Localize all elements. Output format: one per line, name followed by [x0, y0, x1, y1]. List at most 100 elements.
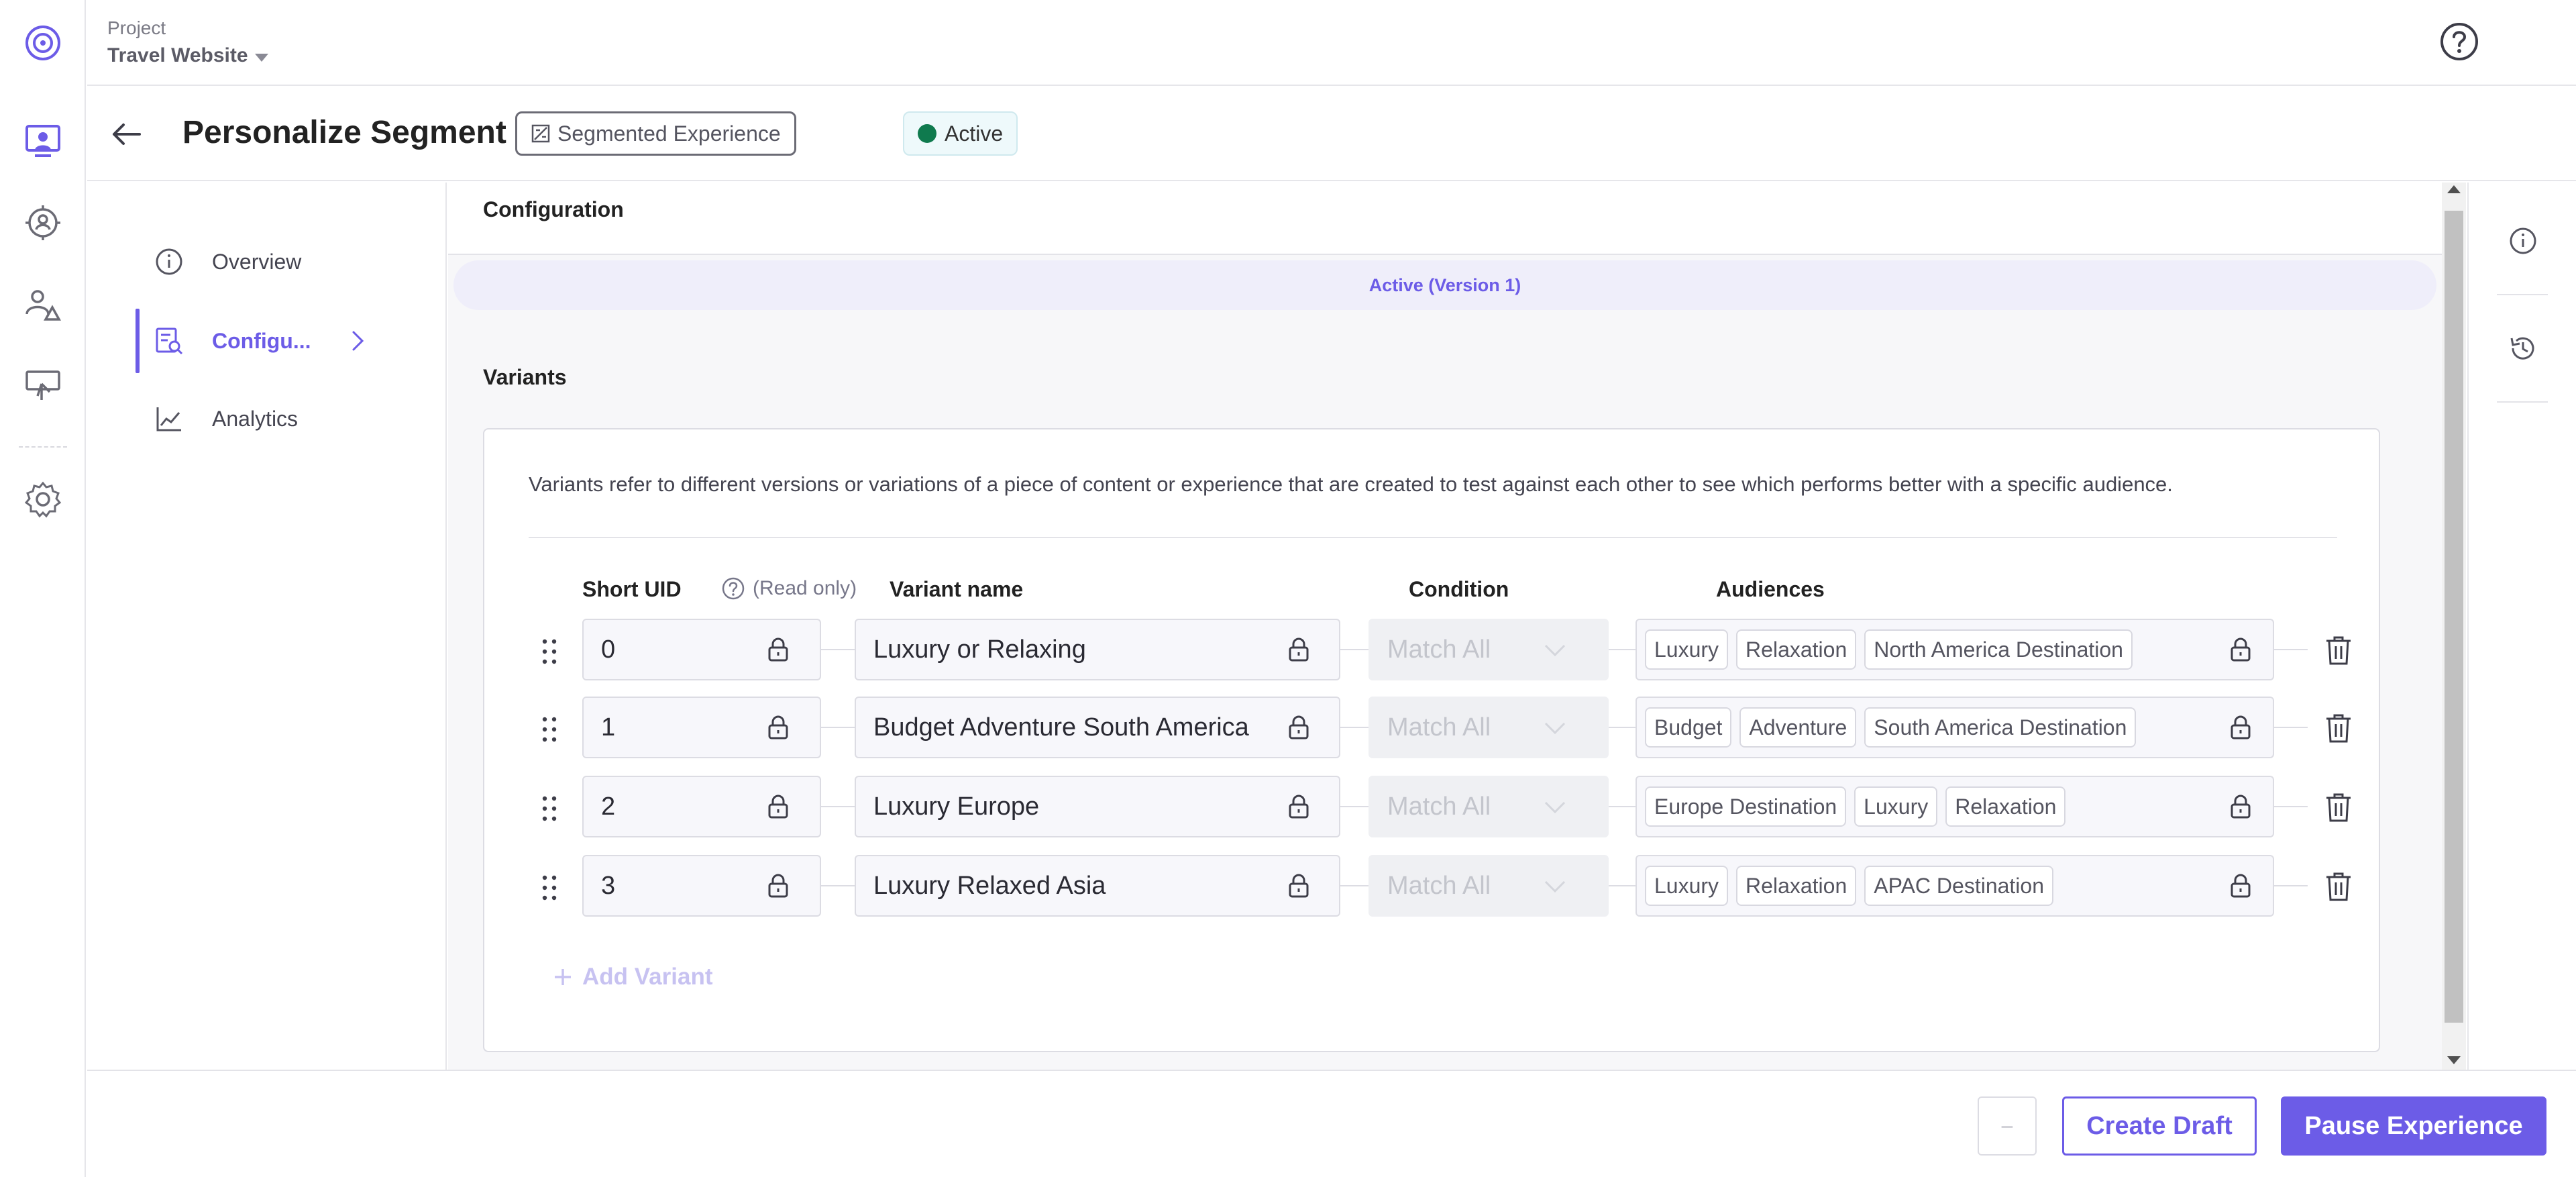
arrow-left-icon[interactable] — [107, 114, 148, 154]
drag-handle-icon[interactable] — [539, 874, 559, 902]
lock-icon — [765, 714, 792, 741]
audiences-icon[interactable] — [21, 201, 64, 244]
project-name: Travel Website — [107, 44, 248, 66]
pause-experience-button[interactable]: Pause Experience — [2281, 1096, 2546, 1156]
info-icon — [156, 248, 182, 275]
audiences-field[interactable]: Luxury Relaxation North America Destinatio… — [1635, 619, 2274, 680]
variant-name-value: Luxury or Relaxing — [873, 635, 1086, 664]
audiences-field[interactable]: Europe Destination Luxury Relaxation — [1635, 776, 2274, 837]
audiences-field[interactable]: Budget Adventure South America Destination — [1635, 697, 2274, 758]
column-audiences: Audiences — [1716, 577, 1825, 601]
audience-tag-list: Luxury Relaxation APAC Destination — [1645, 866, 2053, 906]
details-rail — [2467, 183, 2576, 1070]
nav-item-configuration[interactable]: Configu... — [87, 309, 445, 373]
connector-line — [1340, 885, 1368, 886]
content-icon[interactable] — [21, 365, 64, 408]
app-rail — [0, 0, 86, 1177]
audience-tag-list: Europe Destination Luxury Relaxation — [1645, 786, 2066, 827]
short-uid-value: 3 — [601, 872, 616, 900]
audience-tag: Luxury — [1645, 629, 1729, 670]
version-banner[interactable]: Active (Version 1) — [453, 260, 2436, 310]
section-nav: Overview Configu... Analytics — [87, 183, 447, 1070]
condition-select[interactable]: Match All — [1368, 855, 1609, 917]
rail-divider — [19, 446, 67, 448]
variant-name-field[interactable]: Luxury Europe — [855, 776, 1340, 837]
scroll-up-icon[interactable] — [2447, 185, 2461, 193]
plus-icon — [555, 969, 571, 985]
chevron-down-icon — [1542, 718, 1568, 738]
lock-icon — [765, 793, 792, 820]
info-icon[interactable] — [2508, 225, 2538, 256]
chevron-right-icon[interactable] — [346, 329, 369, 352]
drag-handle-icon[interactable] — [539, 795, 559, 823]
connector-line — [1340, 806, 1368, 807]
logo-target-icon[interactable] — [21, 21, 64, 64]
audience-tag: Relaxation — [1736, 629, 1857, 670]
connector-line — [1609, 885, 1635, 886]
divider — [2497, 294, 2548, 295]
nav-item-label: Configu... — [212, 328, 311, 353]
variant-name-field[interactable]: Luxury Relaxed Asia — [855, 855, 1340, 917]
audiences-field[interactable]: Luxury Relaxation APAC Destination — [1635, 855, 2274, 917]
settings-icon[interactable] — [21, 478, 64, 521]
audience-tag: Europe Destination — [1645, 786, 1847, 827]
help-circle-icon[interactable] — [2438, 20, 2481, 63]
main-content: Configuration Active (Version 1) Variant… — [448, 183, 2442, 1070]
project-selector[interactable]: Travel Website — [107, 44, 268, 67]
variant-row: 2 Luxury Europe Match All Europe Destinatio… — [484, 776, 2381, 837]
connector-line — [821, 806, 855, 807]
short-uid-value: 0 — [601, 635, 616, 664]
status-dot-icon — [918, 124, 936, 143]
add-variant-label: Add Variant — [582, 964, 713, 990]
delete-variant-icon[interactable] — [2324, 635, 2353, 666]
lock-icon — [765, 636, 792, 663]
main-scrollbar[interactable] — [2442, 183, 2466, 1070]
delete-variant-icon[interactable] — [2324, 713, 2353, 744]
delete-variant-icon[interactable] — [2324, 871, 2353, 902]
audience-tag: Luxury — [1645, 866, 1729, 906]
audience-tag: Budget — [1645, 707, 1732, 748]
scrollbar-thumb[interactable] — [2445, 211, 2463, 1023]
audience-tag: North America Destination — [1864, 629, 2133, 670]
delete-variant-icon[interactable] — [2324, 792, 2353, 823]
drag-handle-icon[interactable] — [539, 715, 559, 744]
connector-line — [821, 885, 855, 886]
variant-name-field[interactable]: Budget Adventure South America — [855, 697, 1340, 758]
personas-icon[interactable] — [21, 283, 64, 326]
experiences-icon[interactable] — [21, 119, 64, 162]
short-uid-value: 1 — [601, 713, 616, 741]
read-only-note: (Read only) — [753, 577, 857, 599]
connector-line — [2274, 727, 2308, 728]
nav-item-overview[interactable]: Overview — [87, 229, 445, 294]
history-icon[interactable] — [2508, 333, 2538, 364]
drag-handle-icon[interactable] — [539, 637, 559, 666]
configuration-header: Configuration — [448, 183, 2442, 255]
audience-tag: APAC Destination — [1864, 866, 2053, 906]
lock-icon — [765, 872, 792, 899]
page-title: Personalize Segment — [182, 115, 506, 150]
experience-type-chip: Segmented Experience — [515, 111, 796, 156]
divider — [2497, 401, 2548, 403]
condition-select[interactable]: Match All — [1368, 776, 1609, 837]
variant-name-field[interactable]: Luxury or Relaxing — [855, 619, 1340, 680]
caret-down-icon — [254, 54, 268, 62]
segmented-experience-icon — [531, 123, 551, 144]
status-label: Active — [945, 121, 1004, 146]
condition-select[interactable]: Match All — [1368, 697, 1609, 758]
add-variant-button[interactable]: Add Variant — [553, 964, 712, 990]
scroll-down-icon[interactable] — [2447, 1056, 2461, 1064]
lock-icon — [1285, 872, 1312, 899]
connector-line — [1609, 806, 1635, 807]
more-actions-button[interactable]: – — [1978, 1096, 2037, 1156]
nav-item-analytics[interactable]: Analytics — [87, 387, 445, 451]
short-uid-field: 0 — [582, 619, 821, 680]
create-draft-button[interactable]: Create Draft — [2062, 1096, 2257, 1156]
nav-item-label: Overview — [212, 249, 302, 274]
condition-select[interactable]: Match All — [1368, 619, 1609, 680]
condition-value: Match All — [1387, 792, 1491, 821]
chevron-down-icon — [1542, 876, 1568, 897]
question-circle-icon[interactable] — [720, 576, 746, 601]
chevron-down-icon — [1542, 797, 1568, 817]
column-short-uid: Short UID — [582, 577, 682, 601]
configuration-icon — [156, 327, 183, 355]
